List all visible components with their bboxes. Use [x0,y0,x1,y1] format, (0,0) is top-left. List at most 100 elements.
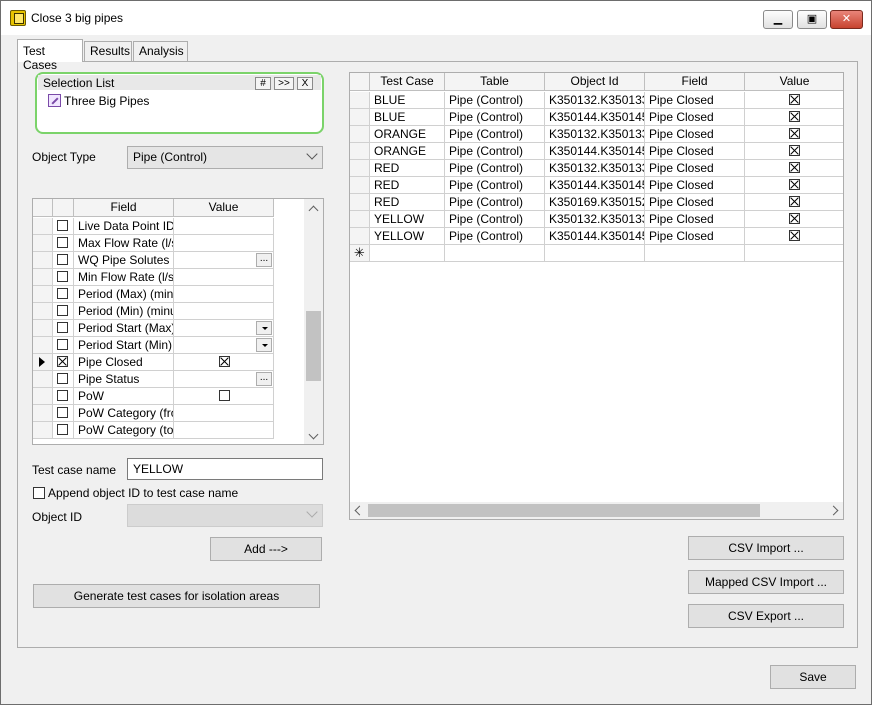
minimize-button[interactable]: ▁ [763,10,793,29]
field-value-cell[interactable]: ... [174,371,274,388]
field-row-header[interactable] [33,371,53,388]
append-object-id-checkbox[interactable] [33,487,45,499]
cases-header-field[interactable]: Field [645,73,745,91]
case-row-header[interactable] [350,194,370,211]
cell-value[interactable] [745,194,843,211]
field-row-header[interactable] [33,235,53,252]
field-select-checkbox[interactable] [57,339,68,350]
case-row-header[interactable] [350,177,370,194]
field-select-checkbox[interactable] [57,424,68,435]
field-select-checkbox[interactable] [57,322,68,333]
field-select-checkbox[interactable] [57,373,68,384]
field-row-header[interactable] [33,218,53,235]
add-button[interactable]: Add ---> [210,537,322,561]
csv-export-button[interactable]: CSV Export ... [688,604,844,628]
cell-field[interactable]: Pipe Closed [645,211,745,228]
value-checkbox[interactable] [789,230,800,241]
value-checkbox[interactable] [789,145,800,156]
expand-button[interactable]: >> [274,77,294,90]
cases-grid-hscrollbar[interactable] [350,502,843,519]
scroll-down-icon[interactable] [308,429,319,440]
cell-object-id[interactable]: K350169.K350152.1 [545,194,645,211]
value-checkbox[interactable] [219,356,230,367]
cell-object-id[interactable]: K350144.K350145.1 [545,177,645,194]
tab-results[interactable]: Results [84,41,132,61]
generate-isolation-cases-button[interactable]: Generate test cases for isolation areas [33,584,320,608]
field-value-cell[interactable] [174,337,274,354]
ellipsis-button[interactable]: ... [256,253,272,267]
cell-object-id[interactable]: K350132.K350133.1 [545,92,645,109]
field-value-cell[interactable] [174,218,274,235]
case-row-header[interactable]: ✳ [350,245,370,262]
field-grid-scrollbar[interactable] [304,199,323,444]
maximize-button[interactable]: ▣ [797,10,827,29]
object-id-dropdown[interactable] [127,504,323,527]
field-name-cell[interactable]: Period (Max) (minu [74,286,174,303]
field-value-cell[interactable] [174,354,274,371]
field-name-cell[interactable]: WQ Pipe Solutes [74,252,174,269]
cell-test-case[interactable]: RED [370,194,445,211]
field-value-cell[interactable]: ... [174,252,274,269]
cell-field[interactable]: Pipe Closed [645,109,745,126]
cell-field[interactable]: Pipe Closed [645,92,745,109]
cell-table[interactable]: Pipe (Control) [445,177,545,194]
clear-selection-button[interactable]: X [297,77,313,90]
cell-value[interactable] [745,160,843,177]
field-name-cell[interactable]: Min Flow Rate (l/s) [74,269,174,286]
cell-table[interactable]: Pipe (Control) [445,160,545,177]
field-row-header[interactable] [33,354,53,371]
cell-table[interactable]: Pipe (Control) [445,92,545,109]
cell-test-case[interactable] [370,245,445,262]
cell-value[interactable] [745,126,843,143]
ellipsis-button[interactable]: ... [256,372,272,386]
cell-field[interactable]: Pipe Closed [645,177,745,194]
field-name-cell[interactable]: PoW [74,388,174,405]
value-checkbox[interactable] [789,162,800,173]
tab-test-cases[interactable]: Test Cases [17,39,83,72]
field-name-cell[interactable]: Period (Min) (minu [74,303,174,320]
cell-table[interactable]: Pipe (Control) [445,109,545,126]
field-select-checkbox[interactable] [57,288,68,299]
field-value-cell[interactable] [174,388,274,405]
cell-table[interactable]: Pipe (Control) [445,211,545,228]
cell-field[interactable] [645,245,745,262]
value-checkbox[interactable] [789,111,800,122]
scroll-up-icon[interactable] [308,205,319,216]
field-row-header[interactable] [33,405,53,422]
field-row-header[interactable] [33,320,53,337]
cell-test-case[interactable]: BLUE [370,92,445,109]
value-checkbox[interactable] [789,213,800,224]
case-row-header[interactable] [350,126,370,143]
value-checkbox[interactable] [789,128,800,139]
cell-object-id[interactable]: K350144.K350145.1 [545,228,645,245]
cell-value[interactable] [745,177,843,194]
cell-value[interactable] [745,245,843,262]
cell-object-id[interactable]: K350132.K350133.1 [545,126,645,143]
cell-table[interactable]: Pipe (Control) [445,126,545,143]
field-grid-scroll-thumb[interactable] [306,311,321,381]
cell-field[interactable]: Pipe Closed [645,126,745,143]
case-row-header[interactable] [350,143,370,160]
cell-test-case[interactable]: YELLOW [370,228,445,245]
dropdown-arrow-icon[interactable] [256,338,272,352]
hash-button[interactable]: # [255,77,271,90]
cell-test-case[interactable]: YELLOW [370,211,445,228]
field-name-cell[interactable]: Period Start (Max) [74,320,174,337]
field-select-checkbox[interactable] [57,356,68,367]
cases-header-test-case[interactable]: Test Case [370,73,445,91]
field-select-checkbox[interactable] [57,271,68,282]
cell-value[interactable] [745,211,843,228]
scroll-right-icon[interactable] [828,505,839,516]
value-checkbox[interactable] [789,196,800,207]
field-row-header[interactable] [33,422,53,439]
cell-table[interactable] [445,245,545,262]
csv-import-button[interactable]: CSV Import ... [688,536,844,560]
field-row-header[interactable] [33,337,53,354]
cases-grid-scroll-thumb[interactable] [368,504,760,517]
field-value-cell[interactable] [174,303,274,320]
tab-analysis[interactable]: Analysis [133,41,188,61]
field-row-header[interactable] [33,269,53,286]
cell-object-id[interactable] [545,245,645,262]
cell-value[interactable] [745,109,843,126]
cell-test-case[interactable]: RED [370,160,445,177]
